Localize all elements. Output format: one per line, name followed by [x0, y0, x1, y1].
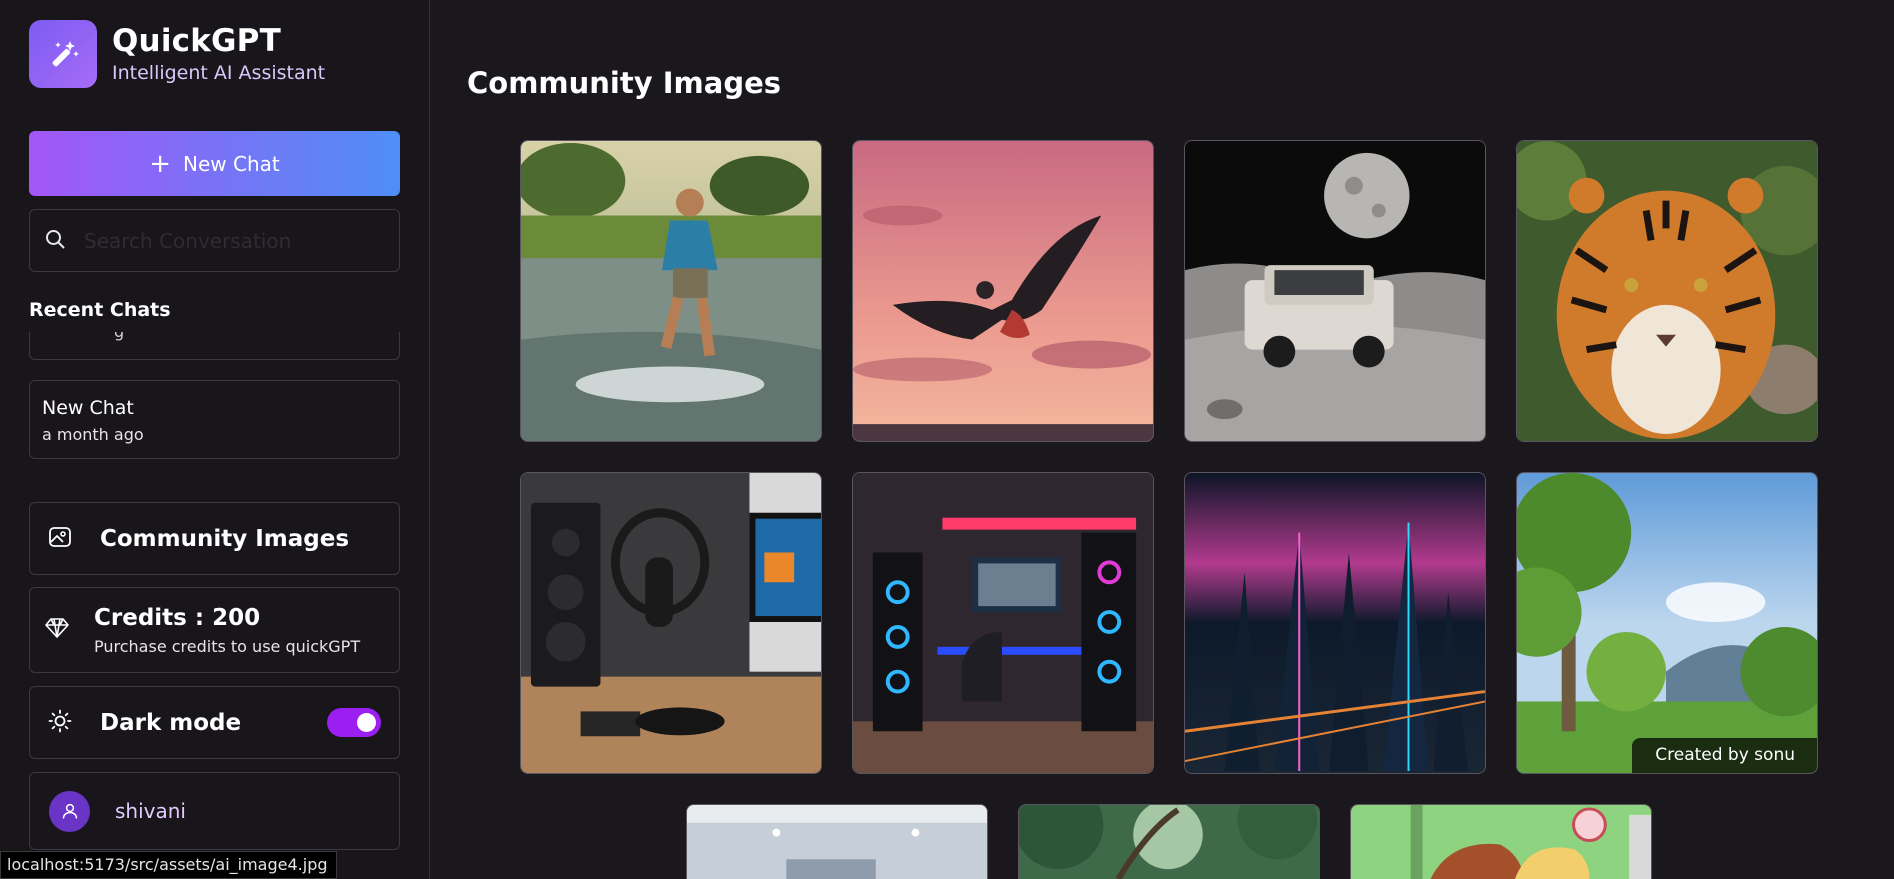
user-profile[interactable]: shivani [29, 772, 400, 850]
community-image[interactable] [1184, 472, 1486, 774]
app-tagline: Intelligent AI Assistant [112, 62, 326, 85]
user-name: shivani [115, 799, 186, 823]
app-name: QuickGPT [112, 22, 281, 59]
community-image[interactable] [520, 472, 822, 774]
status-bar-url: localhost:5173/src/assets/ai_image4.jpg [0, 851, 337, 879]
new-chat-button[interactable]: + New Chat [29, 131, 400, 196]
image-room-interior [687, 805, 987, 879]
chat-time: a month ago [42, 425, 144, 444]
image-studio-desk [521, 473, 821, 773]
recent-chats-heading: Recent Chats [29, 299, 171, 321]
avatar [49, 790, 90, 832]
community-images-link[interactable]: Community Images [29, 502, 400, 575]
community-image[interactable]: Created by sonu [1516, 472, 1818, 774]
user-icon [62, 803, 77, 819]
image-trees-park [1517, 473, 1817, 773]
new-chat-label: New Chat [183, 151, 280, 176]
dark-mode-label: Dark mode [100, 709, 242, 736]
community-image[interactable] [686, 804, 988, 879]
recent-chat-item[interactable]: New Chat a month ago [29, 380, 400, 459]
image-neon-city [1185, 473, 1485, 773]
community-images-label: Community Images [100, 525, 350, 552]
magic-wand-icon [29, 20, 97, 88]
chat-title: New Chat [42, 397, 134, 419]
search-box [29, 209, 400, 272]
creator-badge: Created by sonu [1632, 738, 1817, 773]
image-tiger [1517, 141, 1817, 441]
community-image[interactable] [1516, 140, 1818, 442]
sun-icon [48, 709, 72, 737]
image-jungle [1019, 805, 1319, 879]
recent-chat-item-clipped[interactable]: g [29, 332, 400, 360]
community-image[interactable] [852, 472, 1154, 774]
image-car-on-moon [1185, 141, 1485, 441]
community-image[interactable] [1184, 140, 1486, 442]
dark-mode-row: Dark mode [29, 686, 400, 759]
image-anime [1351, 805, 1651, 879]
toggle-knob [357, 713, 376, 732]
sidebar: QuickGPT Intelligent AI Assistant + New … [0, 0, 430, 879]
community-image[interactable] [520, 140, 822, 442]
credits-subtext: Purchase credits to use quickGPT [94, 636, 361, 656]
search-input[interactable] [84, 228, 374, 253]
dark-mode-toggle[interactable] [327, 708, 381, 737]
plus-icon: + [149, 148, 172, 179]
credits-card[interactable]: Credits : 200 Purchase credits to use qu… [29, 587, 400, 673]
credits-count: Credits : 200 [94, 604, 261, 631]
images-icon [48, 525, 72, 553]
community-image[interactable] [852, 140, 1154, 442]
image-gaming-setup [853, 473, 1153, 773]
community-image[interactable] [1018, 804, 1320, 879]
brand: QuickGPT Intelligent AI Assistant [29, 20, 325, 88]
diamond-icon [44, 616, 70, 644]
page-title: Community Images [467, 66, 782, 100]
community-image[interactable] [1350, 804, 1652, 879]
image-eagle-sunset [853, 141, 1153, 441]
image-boy-running-water [521, 141, 821, 441]
search-icon [44, 228, 66, 254]
